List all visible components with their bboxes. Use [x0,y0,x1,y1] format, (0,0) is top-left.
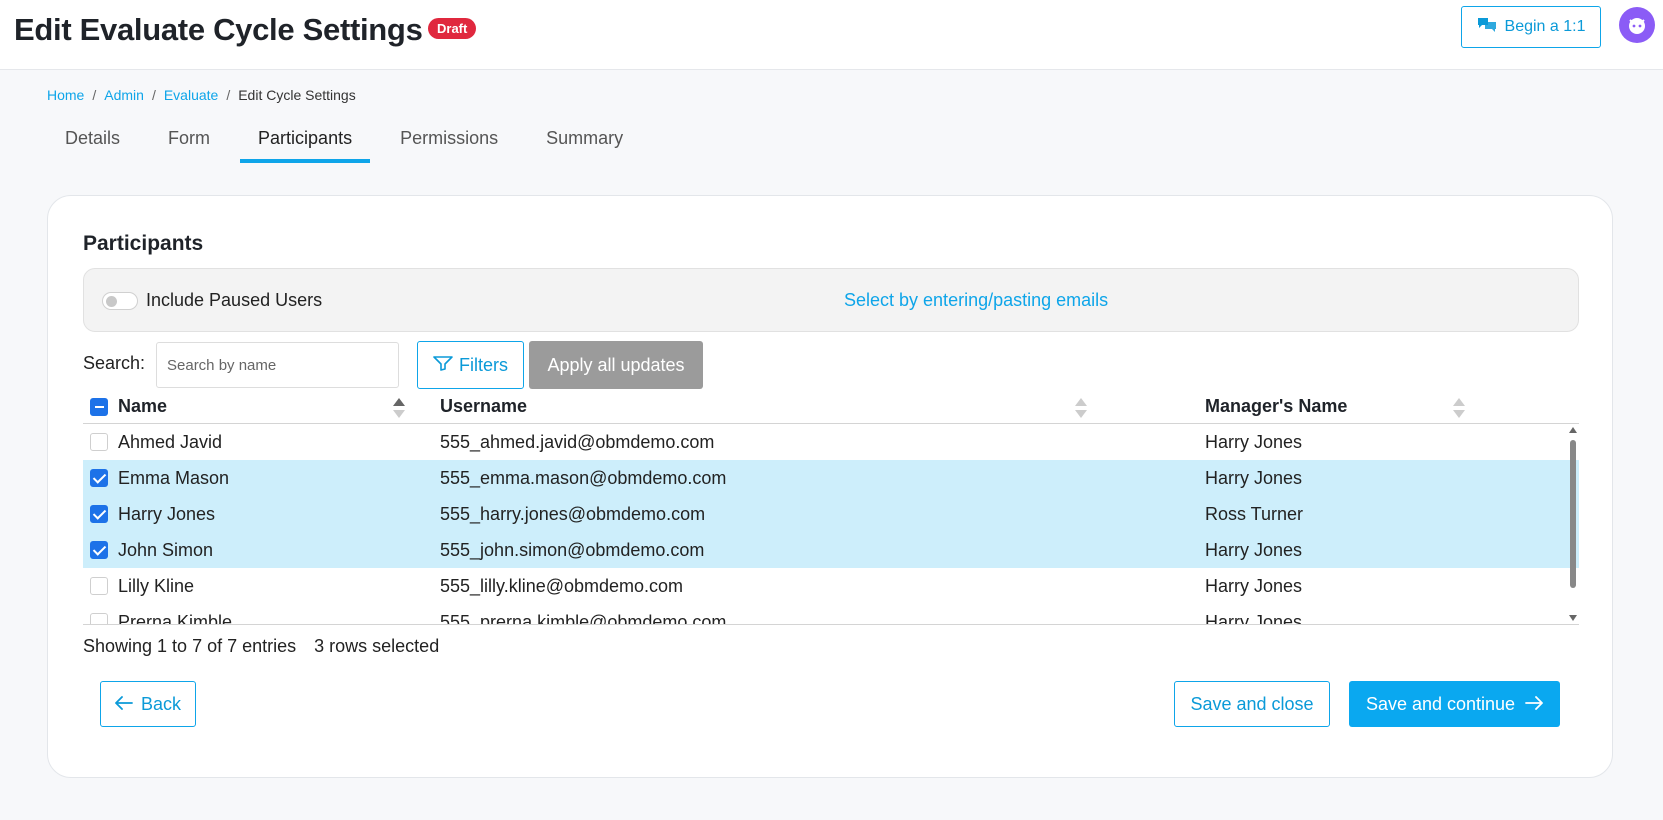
cell-username: 555_ahmed.javid@obmdemo.com [440,432,715,452]
participants-table: Name Username Manager's Name Ahmed Javid… [83,396,1579,625]
cell-name: Harry Jones [118,504,216,524]
row-checkbox[interactable] [90,433,108,451]
breadcrumb-home[interactable]: Home [47,87,84,103]
search-label: Search: [83,353,146,373]
table-row[interactable]: Prerna Kimble 555_prerna.kimble@obmdemo.… [83,604,1579,624]
status-badge: Draft [428,18,477,39]
apply-all-updates-button[interactable]: Apply all updates [529,341,703,389]
cell-name: Prerna Kimble [118,612,233,624]
save-and-continue-button[interactable]: Save and continue [1349,681,1560,727]
tab-participants[interactable]: Participants [240,124,371,163]
sort-asc-icon[interactable] [393,398,405,420]
breadcrumb-evaluate[interactable]: Evaluate [164,87,218,103]
section-title: Participants [83,232,204,255]
select-by-emails-link[interactable]: Select by entering/pasting emails [844,290,1108,311]
column-header-manager[interactable]: Manager's Name [1205,396,1347,417]
begin-one-on-one-label: Begin a 1:1 [1504,18,1586,35]
table-row[interactable]: John Simon 555_john.simon@obmdemo.com Ha… [83,532,1579,568]
row-checkbox[interactable] [90,577,108,595]
row-checkbox[interactable] [90,505,108,523]
cell-manager: Harry Jones [1205,576,1303,596]
participants-card: Participants Include Paused Users Select… [47,195,1613,778]
table-info: Showing 1 to 7 of 7 entries 3 rows select… [83,636,439,657]
tab-form[interactable]: Form [150,124,228,163]
breadcrumb: Home / Admin / Evaluate / Edit Cycle Set… [47,87,356,103]
arrow-right-icon [1525,694,1543,715]
rows-selected-text: 3 rows selected [314,636,440,656]
sort-icon[interactable] [1075,398,1087,420]
scrollbar-thumb[interactable] [1570,440,1576,588]
showing-entries-text: Showing 1 to 7 of 7 entries [83,636,297,656]
top-bar: Edit Evaluate Cycle Settings Draft Begin… [0,0,1663,70]
filter-icon [433,355,453,376]
cell-name: Emma Mason [118,468,230,488]
breadcrumb-separator: / [92,87,97,103]
cell-username: 555_john.simon@obmdemo.com [440,540,705,560]
save-and-continue-label: Save and continue [1365,693,1516,714]
cell-manager: Harry Jones [1205,432,1303,452]
table-row[interactable]: Emma Mason 555_emma.mason@obmdemo.com Ha… [83,460,1579,496]
select-all-checkbox[interactable] [90,398,108,416]
column-header-username[interactable]: Username [440,396,527,417]
table-header: Name Username Manager's Name [83,396,1579,424]
include-paused-label: Include Paused Users [146,290,323,310]
begin-one-on-one-button[interactable]: Begin a 1:1 [1461,6,1601,48]
back-label: Back [140,693,182,714]
tab-details[interactable]: Details [47,124,138,163]
chat-bubbles-icon [1477,16,1497,39]
table-bottom-divider [83,624,1579,625]
table-scrollbar[interactable] [1567,424,1579,624]
back-button[interactable]: Back [100,681,196,727]
cell-username: 555_lilly.kline@obmdemo.com [440,576,684,596]
cell-manager: Harry Jones [1205,468,1303,488]
scroll-down-icon[interactable] [1569,615,1577,621]
avatar[interactable] [1619,7,1655,43]
include-paused-toggle[interactable] [102,292,138,310]
tab-summary[interactable]: Summary [528,124,641,163]
row-checkbox[interactable] [90,541,108,559]
cell-name: John Simon [118,540,214,560]
avatar-icon [1629,18,1645,34]
breadcrumb-admin[interactable]: Admin [104,87,144,103]
tab-bar: Details Form Participants Permissions Su… [47,124,653,163]
cell-name: Ahmed Javid [118,432,223,452]
column-header-name[interactable]: Name [118,396,167,417]
arrow-left-icon [115,694,133,715]
table-row[interactable]: Harry Jones 555_harry.jones@obmdemo.com … [83,496,1579,532]
tab-permissions[interactable]: Permissions [382,124,516,163]
options-bar: Include Paused Users Select by entering/… [83,268,1579,332]
table-row[interactable]: Ahmed Javid 555_ahmed.javid@obmdemo.com … [83,424,1579,460]
search-input[interactable] [156,342,399,388]
cell-manager: Harry Jones [1205,612,1303,624]
breadcrumb-separator: / [151,87,156,103]
page-title: Edit Evaluate Cycle Settings [14,12,423,47]
breadcrumb-current: Edit Cycle Settings [238,87,356,103]
cell-manager: Ross Turner [1205,504,1304,524]
filters-button[interactable]: Filters [417,341,524,389]
cell-username: 555_prerna.kimble@obmdemo.com [440,612,727,624]
scroll-up-icon[interactable] [1569,427,1577,433]
table-body: Ahmed Javid 555_ahmed.javid@obmdemo.com … [83,424,1579,624]
table-row[interactable]: Lilly Kline 555_lilly.kline@obmdemo.com … [83,568,1579,604]
cell-manager: Harry Jones [1205,540,1303,560]
row-checkbox[interactable] [90,469,108,487]
save-and-close-button[interactable]: Save and close [1174,681,1330,727]
row-checkbox[interactable] [90,613,108,624]
cell-username: 555_harry.jones@obmdemo.com [440,504,706,524]
cell-username: 555_emma.mason@obmdemo.com [440,468,727,488]
filters-label: Filters [459,354,508,375]
sort-icon[interactable] [1453,398,1465,420]
breadcrumb-separator: / [226,87,231,103]
cell-name: Lilly Kline [118,576,195,596]
